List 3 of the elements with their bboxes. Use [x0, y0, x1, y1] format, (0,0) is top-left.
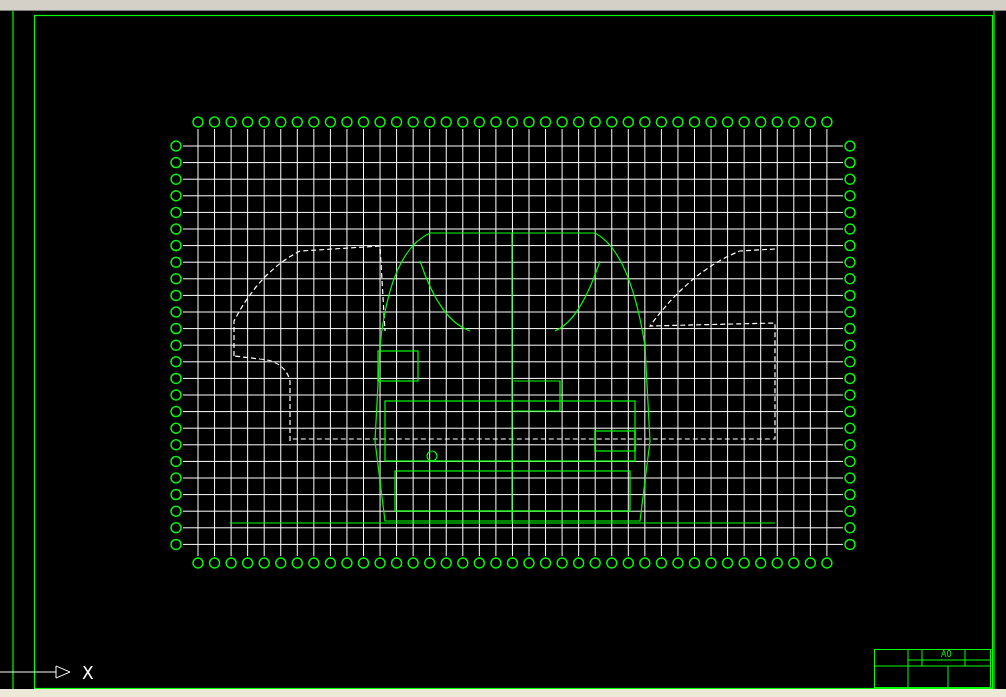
ucs-arrow-icon: [0, 665, 71, 679]
sheet-size-label: A0: [941, 650, 952, 659]
x-axis-label: X: [82, 663, 94, 683]
